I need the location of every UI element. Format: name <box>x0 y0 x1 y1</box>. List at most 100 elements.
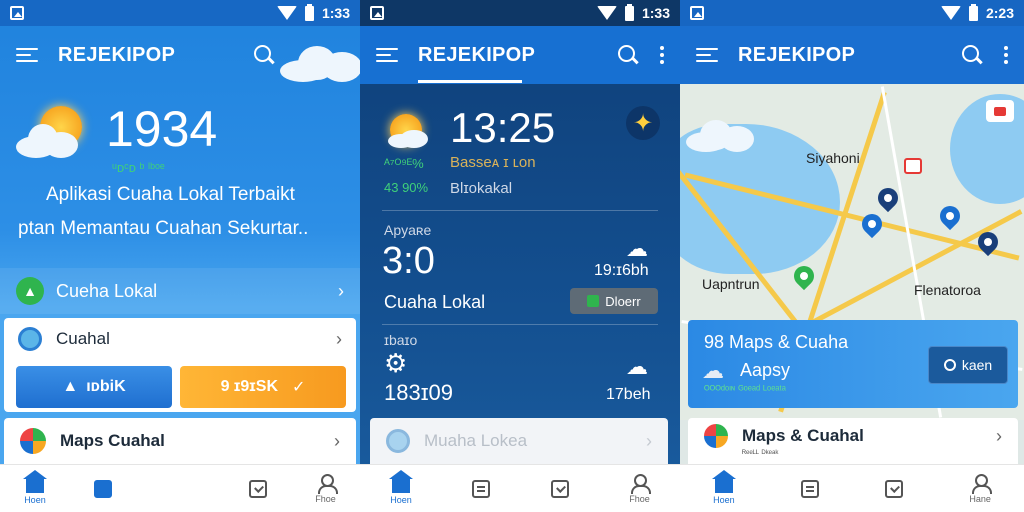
status-time: 2:23 <box>985 5 1014 21</box>
wind-icon: ☁ <box>626 354 648 379</box>
chevron-right-icon: › <box>336 328 342 349</box>
wifi-icon <box>596 6 617 20</box>
divider <box>382 210 658 211</box>
nav-tab-3[interactable] <box>885 479 904 498</box>
app-title: REJEKIPOP <box>58 43 176 66</box>
check-icon: ✓ <box>292 379 306 396</box>
tagline-line-1: Aplikasi Cuaha Lokal Terbaikt <box>46 184 295 205</box>
nav-label: Hoen <box>24 494 46 505</box>
humidity-value: ᴬ⁷ᴼ⁹ᴱ% <box>384 156 424 171</box>
partly-cloudy-icon <box>16 102 88 162</box>
nav-profile[interactable]: Fhoe <box>315 473 338 504</box>
screen-detail: 1:33 REJEKIPOP 13:25 ✦ ᴬ⁷ᴼ⁹ᴱ% Basseᴀ ɪ ʟ… <box>360 0 680 512</box>
nav-home[interactable]: Hoen <box>388 469 413 505</box>
nav-label: Hoen <box>713 494 735 505</box>
list-item-local[interactable]: Muaha Lokea › <box>370 418 668 464</box>
list-item-label: Maps & Cuahal <box>742 426 864 445</box>
map-pin-icon[interactable] <box>789 261 819 291</box>
checkbox-icon <box>550 479 569 498</box>
section1-value: 3:0 <box>382 240 435 282</box>
list-item-maps[interactable]: Maps Cuahal › <box>4 418 356 464</box>
home-icon <box>388 469 413 493</box>
home-icon <box>22 469 47 493</box>
maps-icon <box>20 428 46 454</box>
list-item-local-weather[interactable]: ▲ Cueha Lokal › <box>0 268 360 314</box>
nav-tab-3[interactable] <box>248 479 267 498</box>
gallery-icon <box>370 6 384 20</box>
more-options-icon[interactable] <box>1004 46 1008 64</box>
list-item-maps[interactable]: Maps & Cuahal › ᴿᵉᵉᴸᴸ ᴰᵏᵉᵃᵏ <box>688 418 1018 464</box>
nav-home[interactable]: Hoen <box>22 469 47 505</box>
section2-time: 17beh <box>606 386 651 403</box>
app-title: REJEKIPOP <box>738 43 856 66</box>
menu-icon[interactable] <box>376 48 398 62</box>
globe-icon <box>386 429 410 453</box>
menu-icon[interactable] <box>16 48 38 62</box>
maps-weather-card[interactable]: 98 Maps & Cuaha ☁ Aapsy ᴼᴼᴼᵈᵒᶦᶰ ᴳᵒᵉᵃᵈ ᴸᵒ… <box>688 320 1018 408</box>
nav-label: Fhoe <box>315 493 336 504</box>
nav-label: Hane <box>969 493 991 504</box>
blue-action-button[interactable]: ▲ ıᴅbiK <box>16 366 172 408</box>
chip-label: Dloerr <box>605 293 641 309</box>
map-label: Siyahoni <box>806 150 860 166</box>
nav-tab-2[interactable] <box>472 479 491 498</box>
triangle-icon: ▲ <box>62 378 79 395</box>
status-chip-button[interactable]: Dloerr <box>570 288 658 314</box>
chevron-right-icon: › <box>334 430 340 451</box>
section1-time: 19:ɪ6bh <box>594 262 649 279</box>
app-bar: REJEKIPOP <box>680 26 1024 84</box>
nav-profile[interactable]: Hane <box>969 473 993 504</box>
battery-icon <box>304 3 314 21</box>
bottom-nav: Hoen Fhoe <box>0 464 360 512</box>
list-item-weather[interactable]: Cuahal › <box>4 318 356 360</box>
gear-icon: ⚙ <box>384 348 408 378</box>
nav-tab-3[interactable] <box>550 479 569 498</box>
nav-profile[interactable]: Fhoe <box>629 473 652 504</box>
percent-value: 43 90% <box>384 180 429 195</box>
cloud-icon <box>686 118 756 154</box>
section2-label: ɪbaɪo <box>384 332 418 348</box>
weather-card: Cuahal › ▲ ıᴅbiK 9 ɪ9ɪSK ✓ <box>4 318 356 412</box>
gallery-icon <box>690 6 704 20</box>
search-icon[interactable] <box>254 45 274 65</box>
map-label: Uapntrun <box>702 276 760 292</box>
button-label: kaen <box>961 357 993 373</box>
nav-tab-2[interactable] <box>800 479 819 498</box>
search-icon[interactable] <box>618 45 638 65</box>
tab-indicator <box>418 80 522 83</box>
wind-icon: ☁ <box>626 236 648 261</box>
bottom-nav: Hoen Hane <box>680 464 1024 512</box>
tagline-line-2: ptan Memantau Cuahan Sekurtar.. <box>18 218 309 239</box>
search-icon[interactable] <box>962 45 982 65</box>
card-action-button[interactable]: kaen <box>928 346 1008 384</box>
app-bar: REJEKIPOP <box>360 26 680 84</box>
list-item-sub: ᴿᵉᵉᴸᴸ ᴰᵏᵉᵃᵏ <box>742 448 779 458</box>
star-icon[interactable]: ✦ <box>626 106 660 140</box>
wifi-icon <box>940 6 961 20</box>
section1-label: Apyaʀe <box>384 222 432 238</box>
time-display: 13:25 <box>450 104 556 151</box>
orange-action-button[interactable]: 9 ɪ9ɪSK ✓ <box>180 366 346 408</box>
menu-icon[interactable] <box>696 48 718 62</box>
status-time: 1:33 <box>641 5 670 21</box>
screen-map: 2:23 REJEKIPOP Siyahoni Uapntrun Flenato… <box>680 0 1024 512</box>
nav-label: Fhoe <box>629 493 650 504</box>
video-icon[interactable] <box>986 100 1014 122</box>
person-icon <box>971 473 993 494</box>
list-item-label: Maps Cuahal <box>60 431 165 450</box>
more-options-icon[interactable] <box>660 46 664 64</box>
nav-home[interactable]: Hoen <box>711 469 736 505</box>
sun-icon <box>386 110 428 150</box>
document-icon <box>800 479 819 498</box>
map-pin-icon[interactable] <box>935 201 965 231</box>
divider <box>382 324 658 325</box>
map-pin-icon[interactable] <box>857 209 887 239</box>
screen-home: 1:33 REJEKIPOP 1934 ᵘᴅᶜᴅ ᵇ ˡᵇᵒᵉ Aplikasi… <box>0 0 360 512</box>
app-title: REJEKIPOP <box>418 43 536 66</box>
nav-tab-2[interactable] <box>94 479 113 498</box>
person-icon <box>630 473 652 494</box>
chevron-right-icon: › <box>338 280 344 301</box>
map-label: Flenatoroa <box>914 282 981 298</box>
card-green-text: ᴼᴼᴼᵈᵒᶦᶰ ᴳᵒᵉᵃᵈ ᴸᵒᵉᵃᵗᵃ <box>704 384 786 396</box>
battery-icon <box>968 3 978 21</box>
